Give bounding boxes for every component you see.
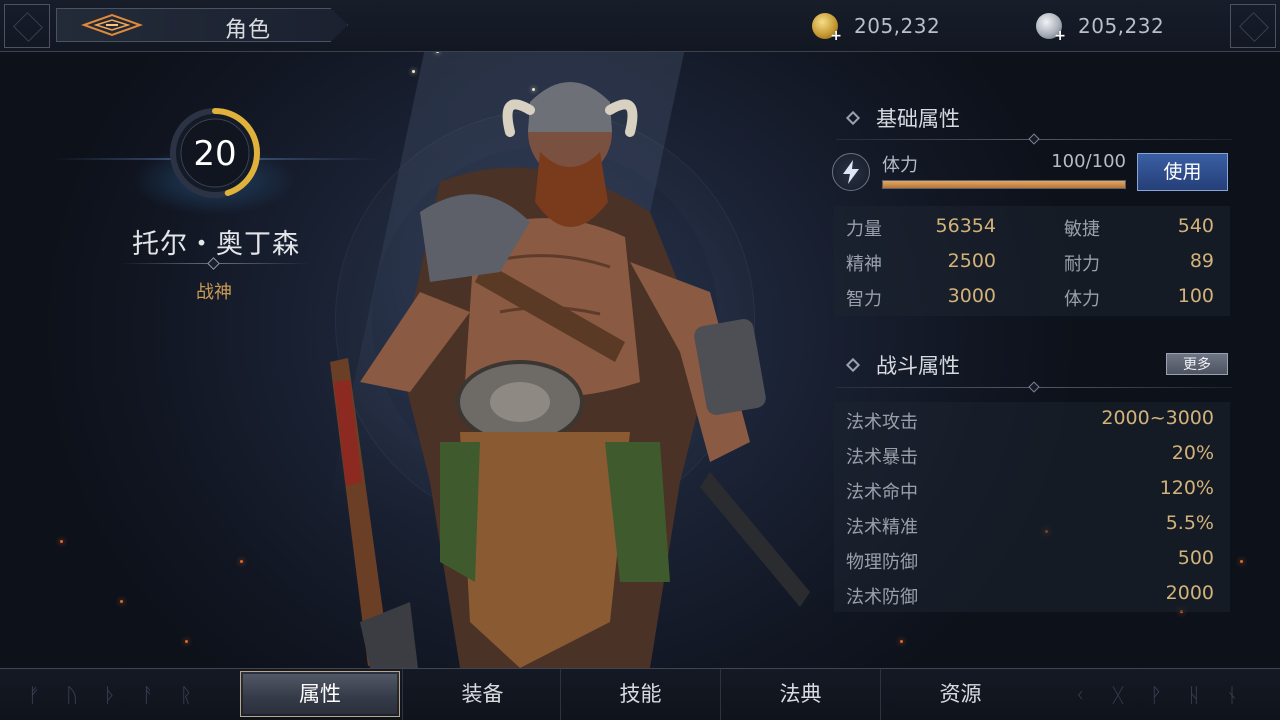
stat-value: 120%: [1159, 477, 1214, 499]
stat-row: 法术攻击 2000~3000: [834, 402, 1230, 437]
stat-label: 精神: [846, 254, 882, 275]
more-button[interactable]: 更多: [1166, 353, 1228, 375]
stat-value: 3000: [947, 285, 996, 307]
ember: [120, 600, 123, 603]
section-divider: [836, 381, 1232, 393]
ember: [240, 560, 243, 563]
section-divider: [836, 133, 1232, 145]
diamond-icon: [845, 357, 861, 373]
ember: [900, 640, 903, 643]
stat-value: 2000: [1165, 582, 1214, 604]
base-attributes-title: 基础属性: [845, 103, 960, 133]
tab-equipment[interactable]: 装备: [402, 669, 562, 720]
stamina-progress-bar: [882, 180, 1126, 189]
page-title: 角色: [224, 18, 271, 43]
level-number: 20: [193, 134, 237, 174]
stat-value: 20%: [1171, 442, 1214, 464]
ornament-back-icon[interactable]: [80, 12, 144, 38]
combat-stats-table: 法术攻击 2000~3000 法术暴击 20% 法术命中 120% 法术精准 5…: [834, 402, 1230, 612]
stat-label: 敏捷: [1064, 219, 1100, 240]
lightning-icon: [832, 153, 870, 191]
stat-value: 2000~3000: [1101, 407, 1214, 429]
rune-decoration: ᚠᚢᚦᚨᚱ: [28, 683, 192, 707]
gold-amount: 205,232: [854, 14, 941, 38]
silver-currency[interactable]: + 205,232: [1036, 10, 1236, 43]
stat-row: 智力 3000 体力 100: [834, 280, 1230, 314]
plus-icon[interactable]: +: [1054, 29, 1066, 43]
gold-currency[interactable]: + 205,232: [812, 10, 1012, 43]
stat-label: 体力: [1064, 289, 1100, 310]
stamina-progress-fill: [883, 181, 1125, 188]
stat-row: 物理防御 500: [834, 542, 1230, 577]
diamond-icon: [845, 110, 861, 126]
stat-label: 法术精准: [846, 517, 918, 538]
base-stats-table: 力量 56354 敏捷 540 精神 2500 耐力 89 智力 3000 体力…: [834, 206, 1230, 316]
stamina-label: 体力: [882, 155, 918, 176]
stat-row: 法术精准 5.5%: [834, 507, 1230, 542]
plus-icon[interactable]: +: [830, 29, 842, 43]
stat-label: 智力: [846, 289, 882, 310]
corner-ornament: [1230, 4, 1276, 48]
ember: [60, 540, 63, 543]
corner-ornament: [4, 4, 50, 48]
top-bar: 角色 + 205,232 + 205,232: [0, 0, 1280, 52]
stat-label: 力量: [846, 219, 882, 240]
stat-row: 法术防御 2000: [834, 577, 1230, 612]
silver-coin-icon: +: [1036, 13, 1066, 43]
stat-label: 法术命中: [846, 482, 918, 503]
stat-value: 2500: [947, 250, 996, 272]
stat-value: 5.5%: [1165, 512, 1214, 534]
level-badge: 20: [168, 106, 262, 200]
stat-label: 物理防御: [846, 552, 918, 573]
stat-value: 56354: [935, 215, 996, 237]
stat-label: 耐力: [1064, 254, 1100, 275]
tab-attributes[interactable]: 属性: [240, 671, 400, 717]
hero-character-model[interactable]: [290, 62, 810, 668]
stat-value: 540: [1177, 215, 1214, 237]
stat-value: 100: [1177, 285, 1214, 307]
stat-row: 精神 2500 耐力 89: [834, 245, 1230, 279]
tab-resources[interactable]: 资源: [880, 669, 1040, 720]
stat-row: 法术命中 120%: [834, 472, 1230, 507]
stat-label: 法术攻击: [846, 412, 918, 433]
ember: [185, 640, 188, 643]
tab-codex[interactable]: 法典: [720, 669, 880, 720]
stat-label: 法术防御: [846, 587, 918, 608]
stat-row: 力量 56354 敏捷 540: [834, 210, 1230, 244]
hero-class: 战神: [196, 282, 232, 303]
tab-skills[interactable]: 技能: [560, 669, 720, 720]
stat-row: 法术暴击 20%: [834, 437, 1230, 472]
stat-value: 500: [1177, 547, 1214, 569]
use-stamina-button[interactable]: 使用: [1137, 153, 1228, 191]
silver-amount: 205,232: [1078, 14, 1165, 38]
combat-attributes-title: 战斗属性: [845, 350, 960, 380]
rune-decoration: ᚲᚷᚹᚺᚾ: [1074, 683, 1238, 707]
gold-coin-icon: +: [812, 13, 842, 43]
ember: [1240, 560, 1243, 563]
bottom-navigation: ᚠᚢᚦᚨᚱ 属性 装备 技能 法典 资源 ᚲᚷᚹᚺᚾ: [0, 668, 1280, 720]
stat-label: 法术暴击: [846, 447, 918, 468]
stamina-value: 100/100: [1051, 151, 1126, 172]
stat-value: 89: [1189, 250, 1214, 272]
